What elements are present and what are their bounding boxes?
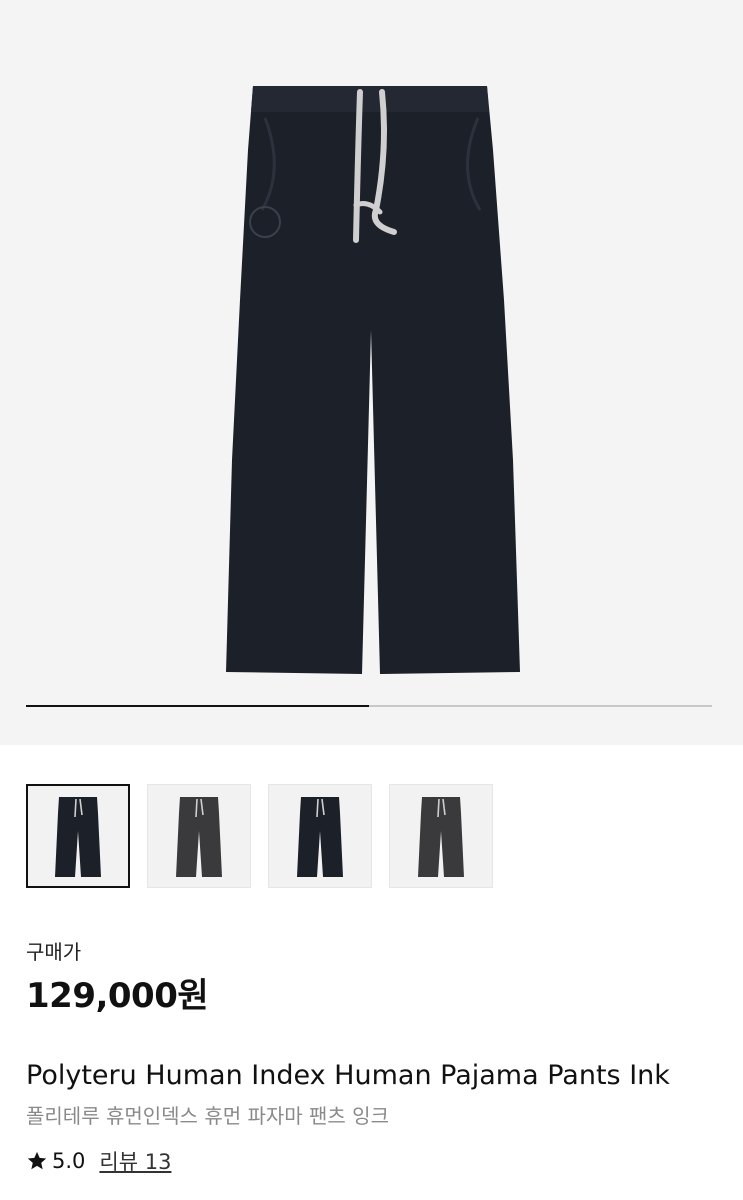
rating-value: 5.0 [52, 1149, 86, 1173]
thumbnail-pants-image [55, 797, 101, 877]
product-main-image [226, 86, 520, 674]
product-image-gallery[interactable] [0, 0, 743, 745]
product-name-korean: 폴리테루 휴먼인덱스 휴먼 파자마 팬츠 잉크 [26, 1104, 389, 1128]
thumbnail-pants-image [176, 797, 222, 877]
review-count-link[interactable]: 리뷰 13 [99, 1146, 171, 1176]
product-name-english: Polyteru Human Index Human Pajama Pants … [26, 1060, 670, 1091]
gallery-progress-bar [26, 705, 712, 707]
gallery-progress-fill [26, 705, 369, 707]
thumbnail-3[interactable] [268, 784, 372, 888]
thumbnail-pants-image [297, 797, 343, 877]
thumbnail-pants-image [418, 797, 464, 877]
price-value: 129,000원 [26, 976, 209, 1016]
rating-row: 5.0 리뷰 13 [26, 1146, 171, 1176]
price-label: 구매가 [26, 940, 82, 964]
thumbnail-2[interactable] [147, 784, 251, 888]
star-icon [27, 1151, 47, 1170]
thumbnail-strip [26, 784, 493, 888]
thumbnail-1[interactable] [26, 784, 130, 888]
thumbnail-4[interactable] [389, 784, 493, 888]
